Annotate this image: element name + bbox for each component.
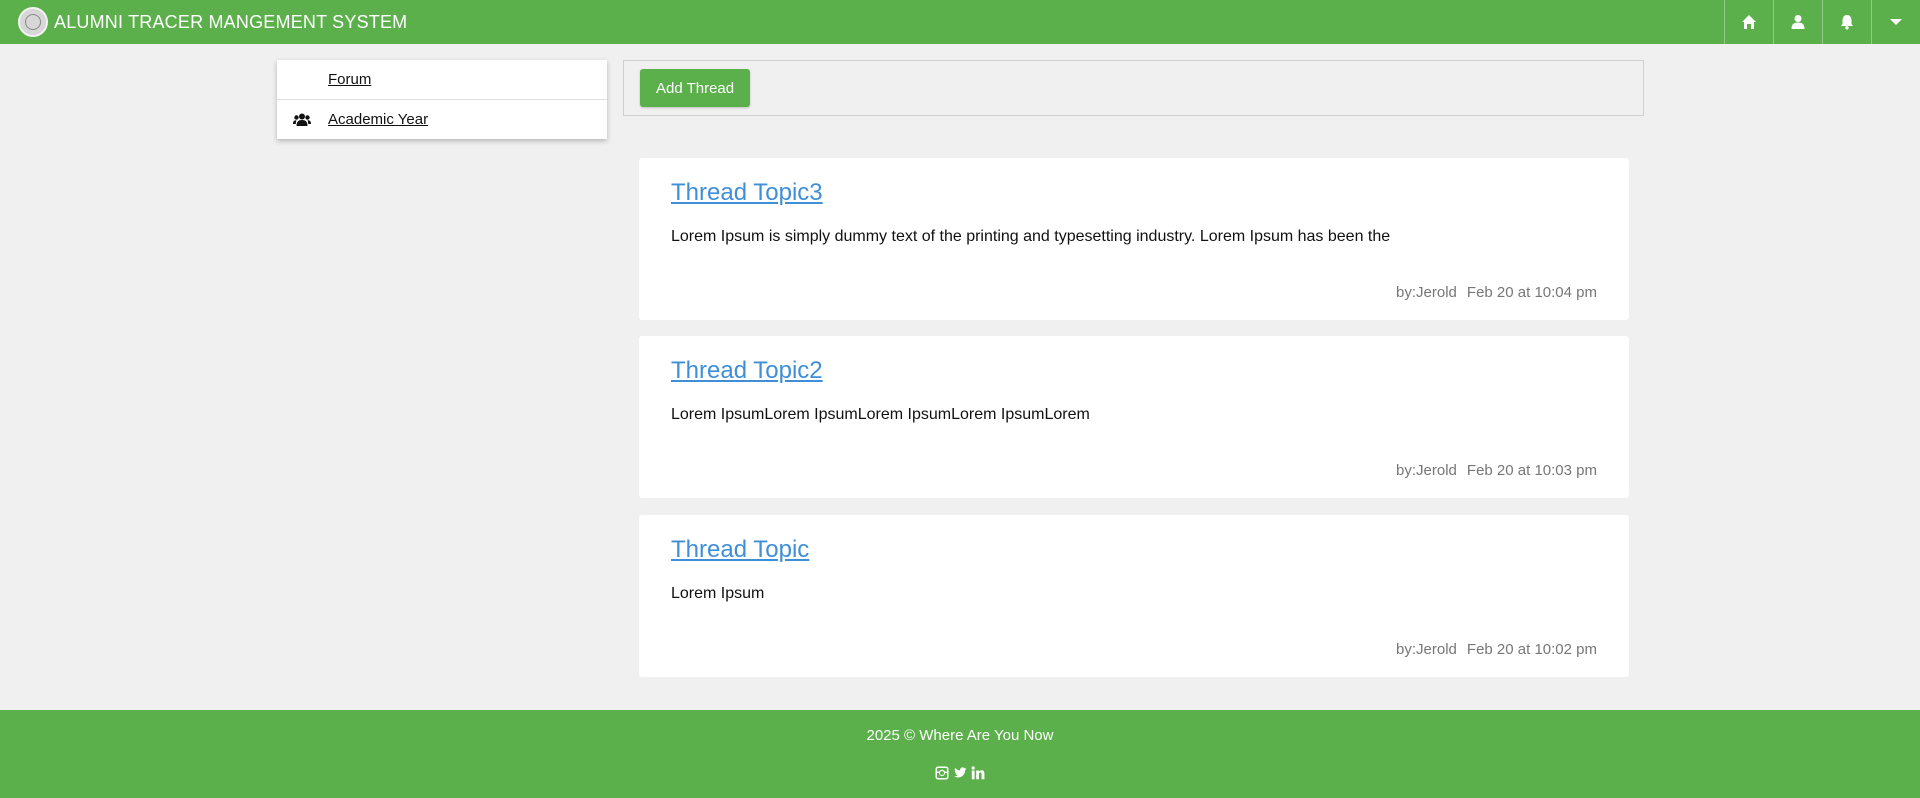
home-button[interactable] [1724,0,1773,44]
bell-icon [1841,15,1853,30]
sidebar-item-label[interactable]: Forum [328,71,371,88]
footer-copyright: 2025 © Where Are You Now [866,727,1054,744]
thread-date: Feb 20 at 10:04 pm [1466,284,1597,301]
users-icon [277,113,327,127]
instagram-icon[interactable] [935,766,949,780]
thread-title-link[interactable]: Thread Topic [671,536,809,564]
social-links [0,766,1920,780]
thread-author: by:Jerold [1396,462,1457,479]
thread-card: Thread Topic2 Lorem IpsumLorem IpsumLore… [639,336,1629,498]
profile-button[interactable] [1773,0,1822,44]
notifications-button[interactable] [1822,0,1871,44]
linkedin-icon[interactable] [971,766,985,780]
thread-meta: by:Jerold Feb 20 at 10:03 pm [1396,462,1597,479]
thread-meta: by:Jerold Feb 20 at 10:02 pm [1396,641,1597,658]
app-title: ALUMNI TRACER MANGEMENT SYSTEM [54,11,408,32]
footer: 2025 © Where Are You Now [0,710,1920,798]
top-navbar: ALUMNI TRACER MANGEMENT SYSTEM [0,0,1920,44]
thread-card: Thread Topic Lorem Ipsum by:Jerold Feb 20… [639,515,1629,677]
thread-date: Feb 20 at 10:03 pm [1466,462,1597,479]
navbar-icons [1724,0,1920,44]
sidebar-item-academic-year[interactable]: Academic Year [277,99,607,139]
user-icon [1791,15,1805,29]
account-menu-toggle[interactable] [1871,0,1920,44]
thread-body: Lorem IpsumLorem IpsumLorem IpsumLorem I… [671,406,1090,423]
brand[interactable]: ALUMNI TRACER MANGEMENT SYSTEM [18,7,407,37]
sidebar: Forum Academic Year [277,60,607,139]
thread-date: Feb 20 at 10:02 pm [1466,641,1597,658]
thread-card: Thread Topic3 Lorem Ipsum is simply dumm… [639,158,1629,320]
caret-down-icon [1890,19,1902,25]
thread-body: Lorem Ipsum [671,585,765,602]
thread-title-link[interactable]: Thread Topic3 [671,179,823,207]
twitter-icon[interactable] [953,766,967,780]
sidebar-item-label[interactable]: Academic Year [328,111,428,128]
thread-toolbar: Add Thread [623,60,1644,116]
home-icon [1742,15,1756,29]
sidebar-item-forum[interactable]: Forum [277,60,607,99]
add-thread-button[interactable]: Add Thread [640,69,751,107]
school-logo-icon [18,7,48,37]
thread-title-link[interactable]: Thread Topic2 [671,357,823,385]
thread-author: by:Jerold [1396,641,1457,658]
thread-author: by:Jerold [1396,284,1457,301]
thread-meta: by:Jerold Feb 20 at 10:04 pm [1396,284,1597,301]
thread-body: Lorem Ipsum is simply dummy text of the … [671,228,1391,245]
